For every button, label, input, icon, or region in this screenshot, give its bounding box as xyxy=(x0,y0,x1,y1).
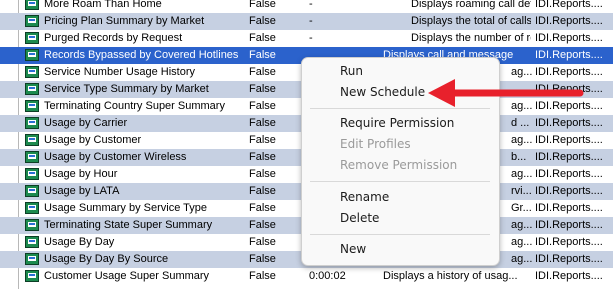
report-icon xyxy=(25,270,39,282)
context-menu: Run New Schedule Require Permission Edit… xyxy=(301,57,500,266)
report-icon xyxy=(25,83,39,95)
menu-item-new-schedule[interactable]: New Schedule xyxy=(340,83,425,101)
report-icon xyxy=(25,134,39,146)
menu-item-new[interactable]: New xyxy=(340,240,366,258)
report-icon xyxy=(25,219,39,231)
report-icon xyxy=(25,185,39,197)
report-icon xyxy=(25,0,39,10)
menu-separator xyxy=(310,181,490,182)
report-icon xyxy=(25,32,39,44)
menu-item-remove-permission: Remove Permission xyxy=(340,158,458,172)
report-icon xyxy=(25,151,39,163)
report-icon xyxy=(25,236,39,248)
menu-item-run[interactable]: Run xyxy=(340,62,363,80)
menu-item-delete[interactable]: Delete xyxy=(340,209,379,227)
report-icon xyxy=(25,202,39,214)
list-item[interactable]: Customer Usage Super Summary False 0:00:… xyxy=(0,268,613,285)
report-icon xyxy=(25,117,39,129)
report-icon xyxy=(25,49,39,61)
report-icon xyxy=(25,253,39,265)
menu-item-edit-profiles: Edit Profiles xyxy=(340,137,411,151)
list-item[interactable]: Pricing Plan Summary by Market False - D… xyxy=(0,13,613,30)
report-icon xyxy=(25,168,39,180)
list-item[interactable]: Purged Records by Request False - Displa… xyxy=(0,30,613,47)
menu-item-require-permission[interactable]: Require Permission xyxy=(340,114,454,132)
menu-separator xyxy=(310,234,490,235)
report-icon xyxy=(25,100,39,112)
report-icon xyxy=(25,66,39,78)
report-icon xyxy=(25,15,39,27)
menu-separator xyxy=(310,108,490,109)
menu-item-rename[interactable]: Rename xyxy=(340,188,389,206)
list-item[interactable]: More Roam Than Home False - Displays roa… xyxy=(0,0,613,13)
